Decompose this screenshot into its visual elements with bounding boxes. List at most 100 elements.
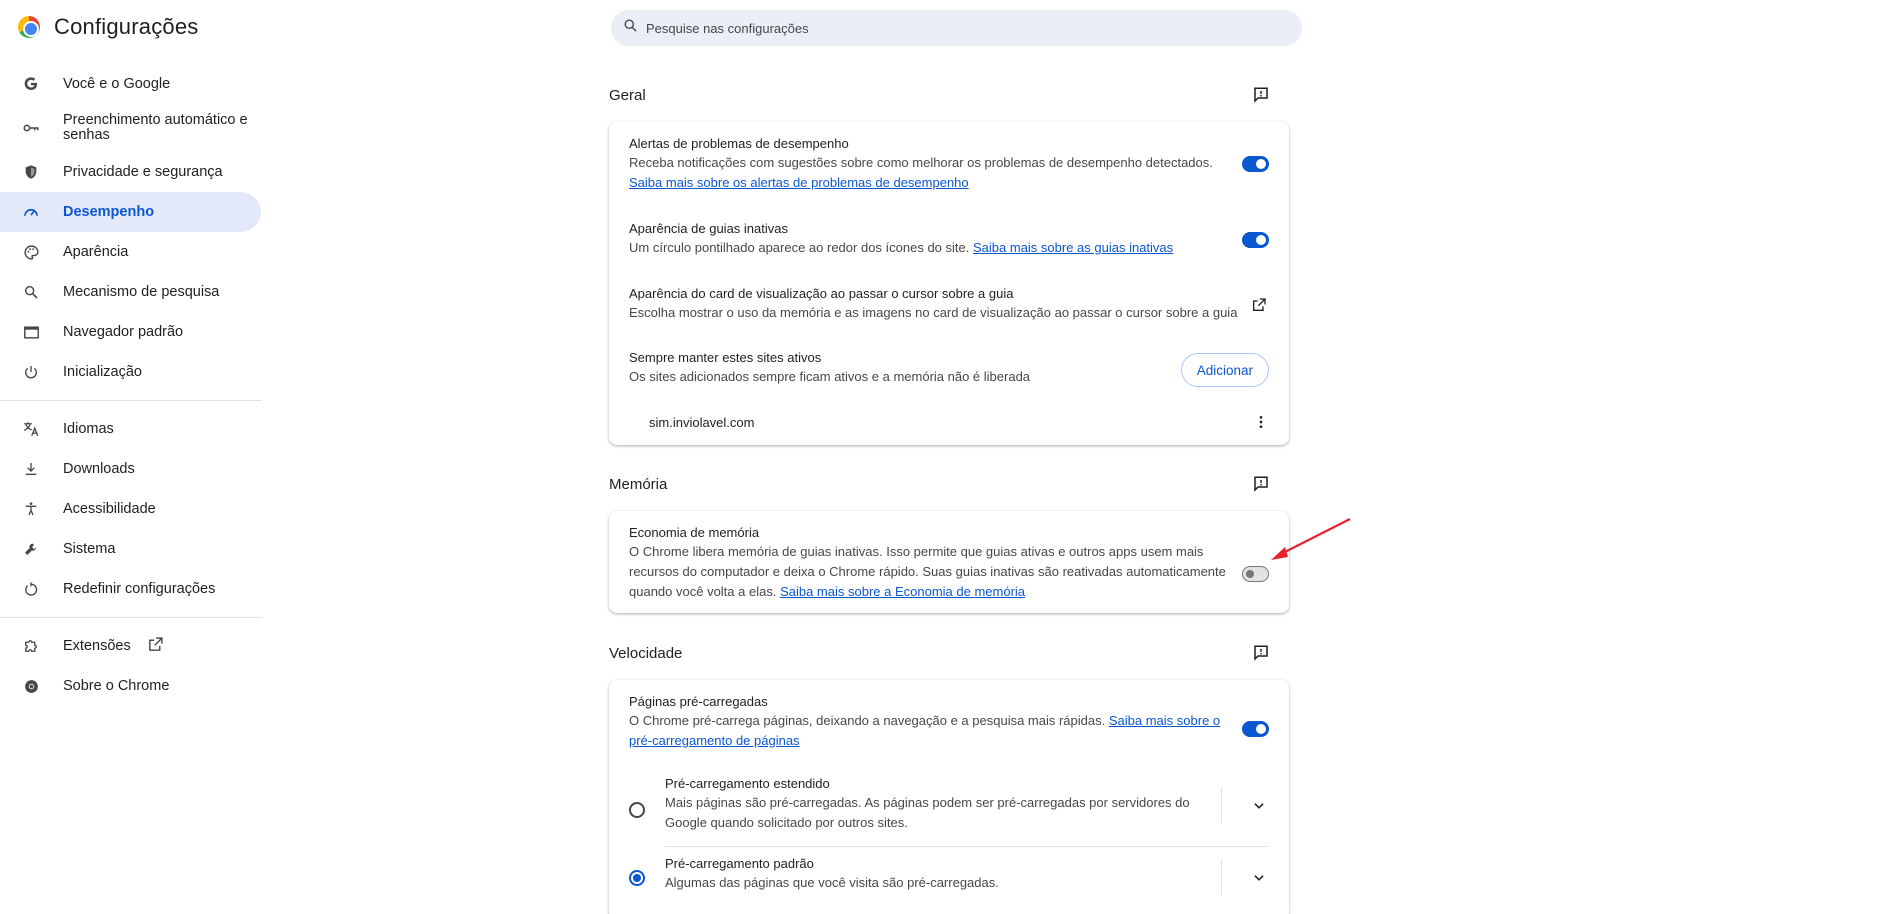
setting-row-preload: Páginas pré-carregadas O Chrome pré-carr… <box>609 693 1289 751</box>
key-icon <box>22 119 40 137</box>
section-title: Velocidade <box>609 644 683 662</box>
sidebar-divider <box>0 400 262 401</box>
shield-icon <box>22 163 40 181</box>
option-description: Google quando solicitado por outros site… <box>665 815 908 830</box>
feedback-icon[interactable] <box>1251 85 1271 105</box>
setting-row-memory-saver: Economia de memória O Chrome libera memó… <box>609 524 1289 602</box>
setting-row-inactive-tabs: Aparência de guias inativas Um círculo p… <box>609 220 1289 264</box>
setting-title: Economia de memória <box>629 525 760 540</box>
add-site-button[interactable]: Adicionar <box>1180 353 1269 387</box>
divider <box>665 846 1269 847</box>
setting-description: Escolha mostrar o uso da memória e as im… <box>629 305 1238 320</box>
sidebar: Você e o Google Preenchimento automático… <box>0 64 262 706</box>
extended-preload-radio[interactable] <box>629 802 645 818</box>
annotation-arrow-icon <box>1271 518 1351 560</box>
standard-preload-radio[interactable] <box>629 870 645 886</box>
setting-title: Aparência do card de visualização ao pas… <box>629 286 1014 301</box>
setting-description: Um círculo pontilhado aparece ao redor d… <box>629 240 1174 255</box>
setting-title: Alertas de problemas de desempenho <box>629 136 849 151</box>
learn-more-link[interactable]: Saiba mais sobre os alertas de problemas… <box>629 175 969 190</box>
puzzle-icon <box>22 637 40 655</box>
open-in-new-icon <box>147 636 164 657</box>
setting-title: Sempre manter estes sites ativos <box>629 350 822 365</box>
option-description: Algumas das páginas que você visita são … <box>665 875 999 890</box>
search-icon <box>22 283 40 301</box>
sidebar-item-appearance[interactable]: Aparência <box>0 232 262 272</box>
site-list-item: sim.inviolavel.com <box>649 402 1269 442</box>
inactive-tabs-toggle[interactable] <box>1242 232 1269 248</box>
feedback-icon[interactable] <box>1251 474 1271 494</box>
setting-description: recursos do computador e deixa o Chrome … <box>629 564 1226 579</box>
setting-description: Os sites adicionados sempre ficam ativos… <box>629 369 1031 384</box>
accessibility-icon <box>22 500 40 518</box>
speedometer-icon <box>22 203 40 221</box>
section-title: Geral <box>609 86 646 104</box>
setting-row-alerts: Alertas de problemas de desempenho Receb… <box>609 135 1289 199</box>
setting-row-always-active: Sempre manter estes sites ativos Os site… <box>609 349 1289 393</box>
more-vert-icon[interactable] <box>1249 410 1273 434</box>
sidebar-item-reset[interactable]: Redefinir configurações <box>0 569 262 609</box>
sidebar-item-you-and-google[interactable]: Você e o Google <box>0 64 262 104</box>
chevron-down-icon[interactable] <box>1247 866 1271 890</box>
preload-toggle[interactable] <box>1242 721 1269 737</box>
learn-more-link[interactable]: Saiba mais sobre as guias inativas <box>973 240 1173 255</box>
section-header-memory: Memória <box>609 471 1289 497</box>
sidebar-item-languages[interactable]: Idiomas <box>0 409 262 449</box>
sidebar-item-search-engine[interactable]: Mecanismo de pesquisa <box>0 272 262 312</box>
sidebar-divider <box>0 617 262 618</box>
translate-icon <box>22 420 40 438</box>
chrome-icon <box>22 677 40 695</box>
card-memory: Economia de memória O Chrome libera memó… <box>609 511 1289 613</box>
divider <box>1221 787 1222 823</box>
sidebar-item-accessibility[interactable]: Acessibilidade <box>0 489 262 529</box>
section-header-speed: Velocidade <box>609 640 1289 666</box>
setting-title: Páginas pré-carregadas <box>629 694 768 709</box>
settings-header: Configurações <box>18 14 198 40</box>
setting-title: Aparência de guias inativas <box>629 221 788 236</box>
palette-icon <box>22 243 40 261</box>
radio-option-extended[interactable]: Pré-carregamento estendido Mais páginas … <box>609 775 1289 837</box>
sidebar-item-default-browser[interactable]: Navegador padrão <box>0 312 262 352</box>
card-speed: Páginas pré-carregadas O Chrome pré-carr… <box>609 680 1289 914</box>
wrench-icon <box>22 540 40 558</box>
chevron-down-icon[interactable] <box>1247 794 1271 818</box>
sidebar-item-autofill[interactable]: Preenchimento automático e senhas <box>0 104 262 152</box>
sidebar-item-privacy[interactable]: Privacidade e segurança <box>0 152 262 192</box>
section-header-general: Geral <box>609 82 1289 108</box>
setting-description: quando você volta a elas. Saiba mais sob… <box>629 584 1026 599</box>
feedback-icon[interactable] <box>1251 643 1271 663</box>
option-description: Mais páginas são pré-carregadas. As pági… <box>665 795 1190 810</box>
open-in-new-icon[interactable] <box>1247 293 1271 317</box>
browser-window-icon <box>22 323 40 341</box>
card-general: Alertas de problemas de desempenho Receb… <box>609 122 1289 445</box>
learn-more-link[interactable]: pré-carregamento de páginas <box>629 733 800 748</box>
search-bar[interactable] <box>611 10 1302 46</box>
sidebar-item-startup[interactable]: Inicialização <box>0 352 262 392</box>
radio-option-standard[interactable]: Pré-carregamento padrão Algumas das pági… <box>609 855 1289 899</box>
setting-row-hover-card[interactable]: Aparência do card de visualização ao pas… <box>609 285 1289 329</box>
search-icon <box>623 18 638 38</box>
option-title: Pré-carregamento estendido <box>665 776 830 791</box>
sidebar-item-about-chrome[interactable]: Sobre o Chrome <box>0 666 262 706</box>
setting-description: O Chrome pré-carrega páginas, deixando a… <box>629 713 1221 748</box>
power-icon <box>22 363 40 381</box>
page-title: Configurações <box>54 14 199 39</box>
chrome-logo-icon <box>18 16 40 38</box>
learn-more-link[interactable]: Saiba mais sobre a Economia de memória <box>780 584 1025 599</box>
option-title: Pré-carregamento padrão <box>665 856 814 871</box>
divider <box>1221 859 1222 895</box>
setting-description: Receba notificações com sugestões sobre … <box>629 155 1213 170</box>
alerts-toggle[interactable] <box>1242 156 1269 172</box>
download-icon <box>22 460 40 478</box>
google-g-icon <box>22 75 40 93</box>
setting-description: O Chrome libera memória de guias inativa… <box>629 544 1204 559</box>
sidebar-item-system[interactable]: Sistema <box>0 529 262 569</box>
section-title: Memória <box>609 475 668 493</box>
sidebar-item-downloads[interactable]: Downloads <box>0 449 262 489</box>
sidebar-item-performance[interactable]: Desempenho <box>0 192 261 232</box>
search-input[interactable] <box>646 20 1246 36</box>
learn-more-link[interactable]: Saiba mais sobre o <box>1109 713 1220 728</box>
memory-saver-toggle[interactable] <box>1242 566 1269 582</box>
sidebar-item-extensions[interactable]: Extensões <box>0 626 262 666</box>
reset-icon <box>22 580 40 598</box>
